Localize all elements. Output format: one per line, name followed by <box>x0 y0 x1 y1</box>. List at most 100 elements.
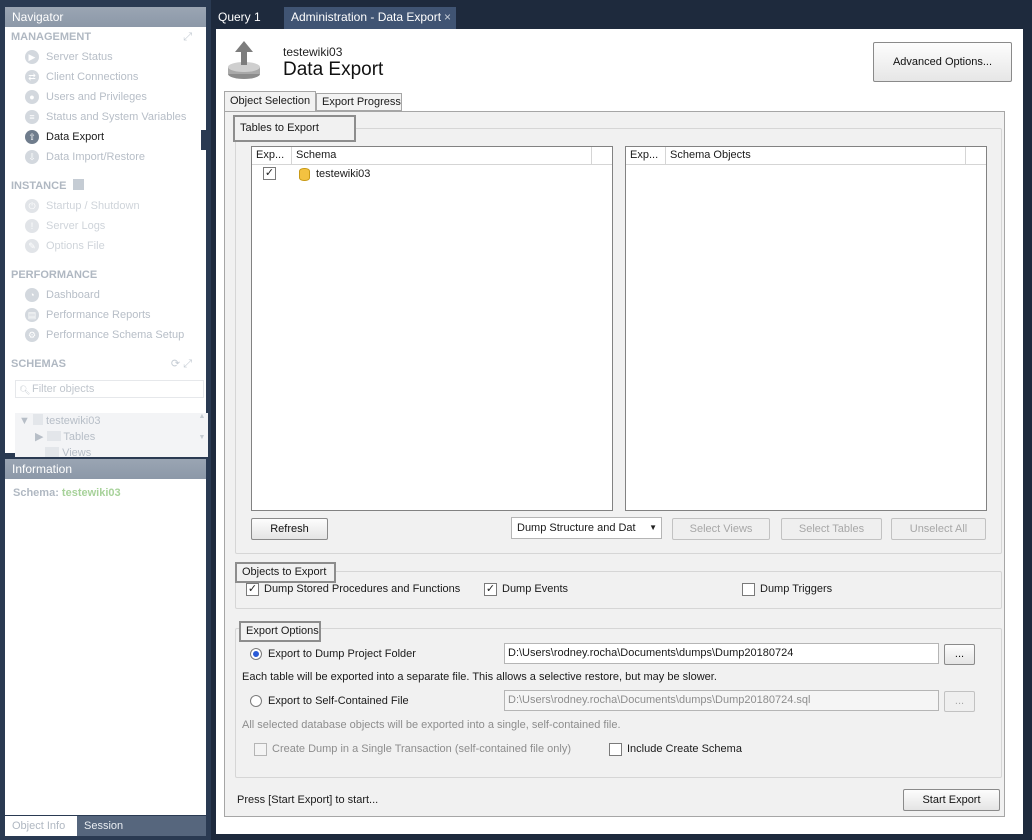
warning-icon: ! <box>25 219 39 233</box>
export-options-group: Export Options Export to Dump Project Fo… <box>235 621 1002 778</box>
user-icon: ● <box>25 90 39 104</box>
dump-triggers-checkbox[interactable] <box>742 583 755 596</box>
instance-heading-label: INSTANCE <box>11 180 67 192</box>
nav-item-performance-schema-setup[interactable]: ⚙ Performance Schema Setup <box>5 325 206 345</box>
browse-folder-button[interactable]: ... <box>944 644 975 665</box>
dump-routines-checkbox[interactable]: ✓ <box>246 583 259 596</box>
file-note: All selected database objects will be ex… <box>242 719 621 731</box>
schema-objects-list[interactable]: Exp... Schema Objects <box>625 146 987 511</box>
refresh-schemas-icon[interactable]: ⟳ ⤢ <box>171 354 192 374</box>
tree-item-tables[interactable]: ▶ Tables <box>15 429 208 445</box>
column-export[interactable]: Exp... <box>252 147 292 164</box>
nav-item-users-privileges[interactable]: ● Users and Privileges <box>5 87 206 107</box>
folder-icon <box>46 431 61 441</box>
nav-item-label: Status and System Variables <box>46 111 187 123</box>
nav-item-status-variables[interactable]: ≡ Status and System Variables <box>5 107 206 127</box>
navigator-title: Navigator <box>5 7 206 27</box>
nav-item-data-export[interactable]: ⇧ Data Export <box>5 127 206 147</box>
tree-scrollbar[interactable]: ▲ ▼ <box>196 413 208 457</box>
select-tables-button[interactable]: Select Tables <box>781 518 882 540</box>
information-panel: Information Schema: testewiki03 <box>5 459 206 815</box>
instance-icon <box>73 179 85 190</box>
tab-query-1[interactable]: Query 1 <box>211 7 279 29</box>
nav-item-dashboard[interactable]: ◔ Dashboard <box>5 285 206 305</box>
tab-export-progress[interactable]: Export Progress <box>316 93 402 111</box>
nav-item-label: Options File <box>46 240 105 252</box>
nav-item-performance-reports[interactable]: ▤ Performance Reports <box>5 305 206 325</box>
column-schema-objects[interactable]: Schema Objects <box>666 147 966 164</box>
advanced-options-button[interactable]: Advanced Options... <box>873 42 1012 82</box>
nav-item-options-file[interactable]: ✎ Options File <box>5 236 206 256</box>
nav-item-server-logs[interactable]: ! Server Logs <box>5 216 206 236</box>
schemas-heading: SCHEMAS ⟳ ⤢ <box>5 354 206 374</box>
schema-row[interactable]: ✓ testewiki03 <box>252 165 612 183</box>
schema-name: testewiki03 <box>316 168 371 180</box>
navigator-sidebar: Navigator MANAGEMENT ⤢ ▶ Server Status ⇄ C… <box>0 0 211 840</box>
objects-to-export-group: Objects to Export ✓ Dump Stored Procedur… <box>235 562 1002 609</box>
tab-object-info[interactable]: Object Info <box>5 816 77 836</box>
browse-file-button[interactable]: ... <box>944 691 975 712</box>
export-folder-label: Export to Dump Project Folder <box>268 648 416 660</box>
schema-objects-header: Exp... Schema Objects <box>626 147 986 165</box>
refresh-button[interactable]: Refresh <box>251 518 328 540</box>
nav-item-client-connections[interactable]: ⇄ Client Connections <box>5 67 206 87</box>
export-folder-radio[interactable] <box>250 648 262 660</box>
tree-item-schema[interactable]: ▼ testewiki03 <box>15 413 208 429</box>
dashboard-icon: ◔ <box>25 288 39 302</box>
collapse-arrow-icon[interactable]: ▼ <box>19 415 30 427</box>
export-file-radio[interactable] <box>250 695 262 707</box>
dump-events-checkbox[interactable]: ✓ <box>484 583 497 596</box>
nav-item-startup-shutdown[interactable]: ⏻ Startup / Shutdown <box>5 196 206 216</box>
instance-heading: INSTANCE <box>5 176 206 196</box>
tab-session[interactable]: Session <box>77 816 206 836</box>
performance-heading: PERFORMANCE <box>5 265 206 285</box>
database-icon <box>299 168 310 181</box>
database-icon <box>32 414 43 425</box>
select-views-button[interactable]: Select Views <box>672 518 770 540</box>
tab-object-selection[interactable]: Object Selection <box>224 91 316 112</box>
dump-routines-label: Dump Stored Procedures and Functions <box>264 583 461 595</box>
filter-objects-input[interactable]: 🔍︎ Filter objects <box>15 380 204 398</box>
schema-tree[interactable]: ▼ testewiki03 ▶ Tables Views ▲ ▼ <box>15 413 208 459</box>
expand-icon[interactable]: ⤢ <box>183 27 192 47</box>
schema-export-checkbox[interactable]: ✓ <box>263 167 276 180</box>
file-path-field[interactable]: D:\Users\rodney.rocha\Documents\dumps\Du… <box>504 690 939 711</box>
dump-type-select[interactable]: Dump Structure and Dat ▼ <box>511 517 662 539</box>
single-transaction-checkbox[interactable] <box>254 743 267 756</box>
data-export-page: testewiki03 Data Export Advanced Options… <box>216 29 1023 834</box>
schema-list[interactable]: Exp... Schema ✓ testewiki03 <box>251 146 613 511</box>
document-tabbar: Query 1 Administration - Data Export × <box>211 0 1032 29</box>
variables-icon: ≡ <box>25 110 39 124</box>
filter-placeholder: Filter objects <box>32 383 95 395</box>
close-icon[interactable]: × <box>444 7 451 27</box>
column-schema[interactable]: Schema <box>292 147 592 164</box>
tree-item-label: Tables <box>63 431 96 443</box>
tree-item-label: Views <box>62 447 92 459</box>
column-export[interactable]: Exp... <box>626 147 666 164</box>
expand-arrow-icon[interactable]: ▶ <box>35 431 43 443</box>
tab-administration-data-export[interactable]: Administration - Data Export × <box>284 7 456 29</box>
information-title: Information <box>5 459 206 479</box>
tab-label: Query 1 <box>218 10 261 24</box>
wrench-icon: ✎ <box>25 239 39 253</box>
bottom-tabs: Object Info Session <box>5 816 206 836</box>
folder-note: Each table will be exported into a separ… <box>242 671 717 683</box>
object-selection-panel: Tables to Export Exp... Schema ✓ testewi… <box>224 111 1005 817</box>
schema-list-header: Exp... Schema <box>252 147 612 165</box>
nav-item-label: Dashboard <box>46 289 100 301</box>
page-subtitle: testewiki03 <box>283 45 343 59</box>
navigator-panel: Navigator MANAGEMENT ⤢ ▶ Server Status ⇄ C… <box>5 7 208 459</box>
tab-label: Administration - Data Export <box>291 10 442 24</box>
folder-path-field[interactable]: D:\Users\rodney.rocha\Documents\dumps\Du… <box>504 643 939 664</box>
export-file-label: Export to Self-Contained File <box>268 695 409 707</box>
nav-item-label: Client Connections <box>46 71 139 83</box>
management-heading: MANAGEMENT ⤢ <box>5 27 206 47</box>
nav-item-label: Performance Schema Setup <box>46 329 185 341</box>
include-schema-checkbox[interactable] <box>609 743 622 756</box>
setup-icon: ⚙ <box>25 328 39 342</box>
unselect-all-button[interactable]: Unselect All <box>891 518 986 540</box>
nav-item-data-import[interactable]: ⇩ Data Import/Restore <box>5 147 206 167</box>
schema-info: Schema: testewiki03 <box>5 479 206 507</box>
start-export-button[interactable]: Start Export <box>903 789 1000 811</box>
nav-item-server-status[interactable]: ▶ Server Status <box>5 47 206 67</box>
